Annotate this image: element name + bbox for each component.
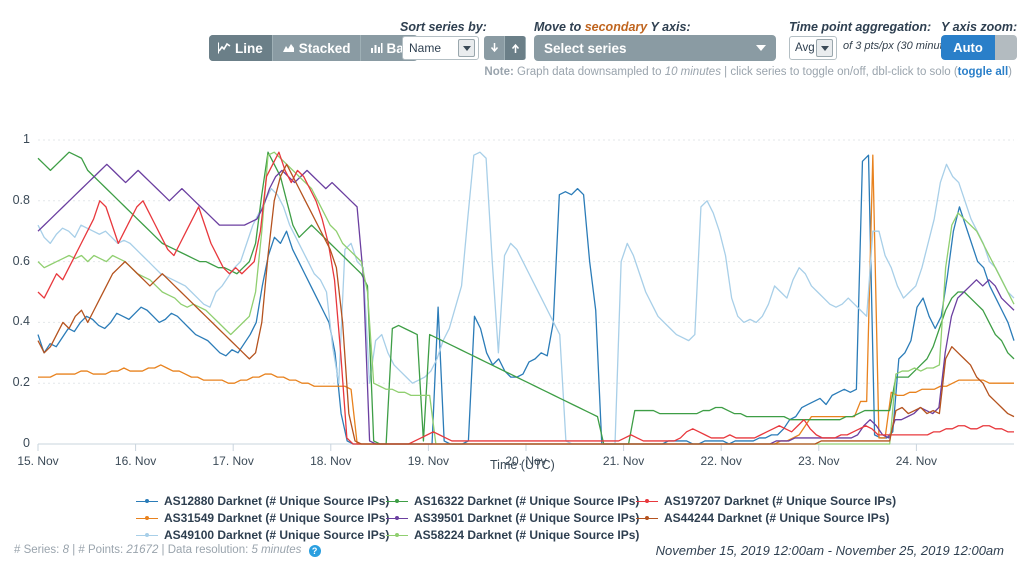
move-label-accent: secondary — [584, 20, 648, 34]
toggle-knob[interactable] — [995, 35, 1017, 60]
series-line[interactable] — [37, 151, 1015, 445]
x-axis-tick-label: 16. Nov — [114, 454, 157, 468]
sort-descending-button[interactable] — [484, 36, 505, 60]
x-axis-tick-label: 17. Nov — [212, 454, 254, 468]
toggle-all-link[interactable]: toggle all — [958, 66, 1008, 78]
chart-type-group[interactable]: Line Stacked Bar — [209, 35, 419, 61]
legend-marker-icon — [386, 514, 408, 523]
y-axis-zoom-value: Auto — [941, 35, 995, 60]
chart-type-line-label: Line — [235, 40, 263, 56]
note-pre: Graph data downsampled to — [513, 66, 665, 78]
legend-marker-icon — [136, 497, 158, 506]
series-count-label: # Series: — [14, 544, 60, 556]
legend-item[interactable]: AS39501 Darknet (# Unique Source IPs) — [386, 511, 639, 525]
chart-type-stacked-label: Stacked — [298, 40, 351, 56]
points-count-label: # Points: — [78, 544, 124, 556]
legend-marker-icon — [636, 497, 658, 506]
legend-marker-icon — [386, 497, 408, 506]
sep1: | — [72, 544, 76, 556]
sort-series-label: Sort series by: — [400, 20, 487, 34]
x-axis-tick-label: 24. Nov — [895, 454, 938, 468]
points-count-value: 21672 — [126, 544, 159, 556]
time-aggregation-value: Avg — [795, 42, 815, 54]
move-label-pre: Move to — [534, 20, 585, 34]
area-chart-icon — [282, 42, 295, 54]
y-axis-zoom-label: Y axis zoom: — [941, 20, 1018, 34]
chart-type-line-button[interactable]: Line — [209, 35, 273, 61]
legend-label: AS16322 Darknet (# Unique Source IPs) — [414, 494, 640, 508]
x-axis-tick-label: 21. Nov — [602, 454, 645, 468]
legend-item[interactable]: AS44244 Darknet (# Unique Source IPs) — [636, 511, 889, 525]
legend-label: AS39501 Darknet (# Unique Source IPs) — [414, 511, 640, 525]
legend-marker-icon — [636, 514, 658, 523]
x-axis-tick-label: 19. Nov — [407, 454, 450, 468]
sort-series-select[interactable]: Name — [402, 36, 479, 60]
line-chart-icon — [218, 42, 231, 54]
chevron-down-icon — [756, 45, 766, 51]
y-axis-tick-label: 0.6 — [12, 253, 30, 268]
arrow-up-icon — [511, 43, 519, 53]
note-post: ) — [1008, 66, 1012, 78]
bar-chart-icon — [370, 42, 383, 54]
y-axis-tick-label: 1 — [23, 132, 30, 146]
legend-marker-icon — [136, 514, 158, 523]
chart-legend[interactable]: AS12880 Darknet (# Unique Source IPs) AS3… — [0, 490, 1024, 542]
sort-ascending-button[interactable] — [505, 36, 526, 60]
y-axis-tick-label: 0.2 — [12, 375, 30, 390]
sort-direction-group[interactable] — [484, 36, 526, 60]
chevron-down-icon — [458, 39, 475, 57]
help-icon[interactable]: ? — [308, 545, 321, 557]
legend-label: AS197207 Darknet (# Unique Source IPs) — [664, 494, 897, 508]
move-label-post: Y axis: — [647, 20, 691, 34]
legend-label: AS12880 Darknet (# Unique Source IPs) — [164, 494, 390, 508]
sep2: | — [161, 544, 165, 556]
chart-plot[interactable] — [0, 96, 1024, 488]
date-range-label: November 15, 2019 12:00am - November 25,… — [655, 543, 1004, 558]
y-axis-tick-label: 0.4 — [12, 314, 30, 329]
graph-toolbar: Line Stacked Bar Sort series by: Name Mo… — [0, 0, 1024, 88]
legend-label: AS44244 Darknet (# Unique Source IPs) — [664, 511, 890, 525]
series-count-value: 8 — [62, 544, 69, 556]
downsample-note: Note: Graph data downsampled to 10 minut… — [484, 66, 1012, 78]
note-italic: 10 minutes — [664, 66, 721, 78]
legend-label: AS31549 Darknet (# Unique Source IPs) — [164, 511, 390, 525]
sort-series-value: Name — [409, 41, 442, 55]
chart-area[interactable]: 0 0.2 0.4 0.6 0.8 1 15. Nov 16. Nov 17. Nov 18. … — [0, 96, 1024, 488]
resolution-label: Data resolution: — [167, 544, 249, 556]
select-series-combobox[interactable]: Select series — [534, 35, 776, 61]
note-mid: | click series to toggle on/off, dbl-cli… — [720, 66, 958, 78]
resolution-value: 5 minutes — [251, 544, 302, 556]
x-axis-tick-label: 22. Nov — [700, 454, 742, 468]
x-axis-tick-label: 18. Nov — [310, 454, 352, 468]
chart-type-stacked-button[interactable]: Stacked — [273, 35, 361, 61]
legend-item[interactable]: AS12880 Darknet (# Unique Source IPs) — [136, 494, 389, 508]
y-axis-tick-label: 0.8 — [12, 192, 30, 207]
y-axis-zoom-toggle[interactable]: Auto — [941, 35, 1017, 60]
x-axis-title: Time (UTC) — [490, 458, 555, 472]
legend-item[interactable]: AS197207 Darknet (# Unique Source IPs) — [636, 494, 896, 508]
legend-item[interactable]: AS16322 Darknet (# Unique Source IPs) — [386, 494, 639, 508]
y-axis-tick-label: 0 — [23, 436, 30, 450]
time-aggregation-label: Time point aggregation: — [789, 20, 932, 34]
select-series-value: Select series — [544, 40, 627, 56]
chevron-down-icon — [816, 39, 833, 57]
note-bold: Note: — [484, 66, 514, 78]
x-axis-tick-label: 15. Nov — [17, 454, 59, 468]
graph-page: Line Stacked Bar Sort series by: Name Mo… — [0, 0, 1024, 571]
graph-footer: # Series: 8 | # Points: 21672 | Data res… — [0, 538, 1024, 571]
x-axis-tick-label: 23. Nov — [798, 454, 840, 468]
arrow-down-icon — [490, 43, 498, 53]
series-stats: # Series: 8 | # Points: 21672 | Data res… — [14, 544, 321, 557]
move-secondary-axis-label: Move to secondary Y axis: — [534, 20, 691, 34]
legend-item[interactable]: AS31549 Darknet (# Unique Source IPs) — [136, 511, 389, 525]
time-aggregation-select[interactable]: Avg — [789, 36, 837, 60]
